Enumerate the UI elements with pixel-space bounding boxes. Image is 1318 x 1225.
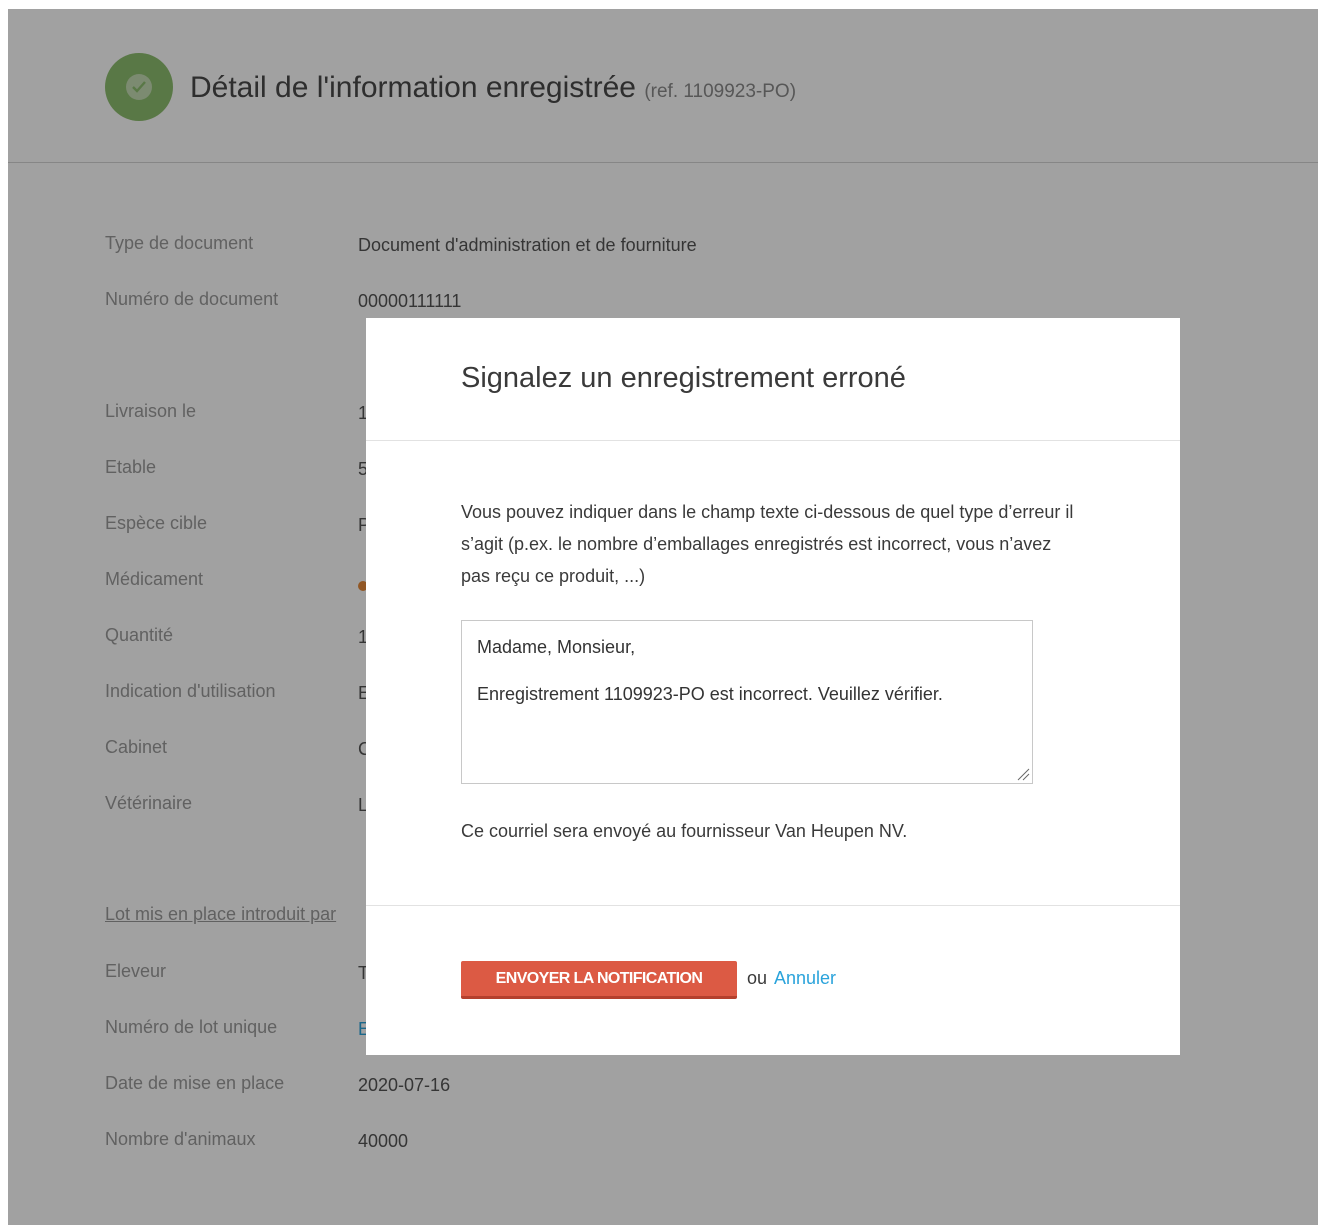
modal-intro-text: Vous pouvez indiquer dans le champ texte… bbox=[461, 502, 1074, 586]
recipient-note: Ce courriel sera envoyé au fournisseur V… bbox=[461, 821, 908, 841]
modal-intro: Vous pouvez indiquer dans le champ texte… bbox=[461, 496, 1081, 592]
modal-header: Signalez un enregistrement erroné bbox=[366, 318, 1180, 441]
modal-title: Signalez un enregistrement erroné bbox=[461, 362, 906, 394]
report-error-modal: Signalez un enregistrement erroné Vous p… bbox=[366, 318, 1180, 1055]
textarea-line-message: Enregistrement 1109923-PO est incorrect.… bbox=[477, 684, 943, 704]
cancel-link[interactable]: Annuler bbox=[774, 968, 836, 989]
resize-grip-icon[interactable] bbox=[1016, 767, 1030, 781]
message-textarea[interactable]: Madame, Monsieur, Enregistrement 1109923… bbox=[461, 620, 1033, 784]
send-notification-button[interactable]: ENVOYER LA NOTIFICATION bbox=[461, 961, 737, 999]
or-text: ou bbox=[747, 968, 768, 988]
textarea-line-greeting: Madame, Monsieur, bbox=[477, 637, 636, 657]
modal-footer-divider bbox=[366, 905, 1180, 906]
